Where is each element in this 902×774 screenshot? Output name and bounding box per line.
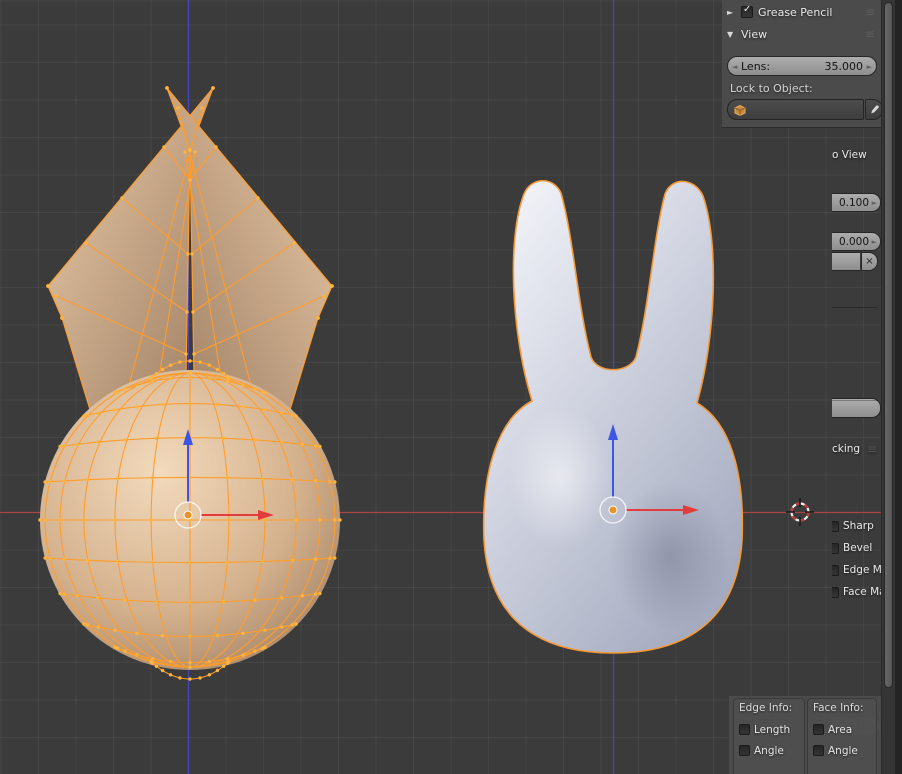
check-icon: ✓	[743, 4, 752, 15]
face-info-group: Face Info: Area Angle	[807, 698, 877, 774]
stepper-left-icon[interactable]: ◄	[732, 63, 737, 71]
clipped-panel-widgets: o View 0.100 ► 0.000 ► × cking ≡ Sharp B…	[832, 0, 881, 774]
sharp-label: Sharp	[843, 520, 874, 532]
stepper-right-icon[interactable]: ►	[872, 238, 877, 246]
sharp-checkbox-row[interactable]: Sharp	[832, 519, 878, 533]
face-angle-checkbox-row[interactable]: Angle	[813, 740, 871, 761]
face-area-checkbox-row[interactable]: Area	[813, 719, 871, 740]
edge-info-label: Edge Info:	[739, 702, 793, 714]
edge-marks-checkbox-row[interactable]: Edge Ma	[832, 563, 881, 577]
blender-window: ► ✓ Grease Pencil ≡ ▼ View ≡ ◄ Lens: 35.…	[0, 0, 902, 774]
window-edge	[895, 0, 902, 774]
lock-camera-to-view-label[interactable]: o View	[832, 149, 878, 161]
edge-marks-checkbox[interactable]	[832, 564, 839, 576]
clipped-value-field[interactable]	[832, 398, 881, 418]
edge-length-checkbox-row[interactable]: Length	[739, 719, 799, 740]
grease-pencil-label: Grease Pencil	[758, 5, 833, 19]
clip-start-field[interactable]: 0.100 ►	[832, 193, 881, 212]
panel-divider	[832, 400, 878, 401]
panel-divider	[832, 307, 878, 308]
face-marks-label: Face Ma	[843, 586, 881, 598]
edge-marks-label: Edge Ma	[843, 564, 881, 576]
face-area-checkbox[interactable]	[813, 724, 824, 735]
grease-pencil-checkbox[interactable]: ✓	[741, 4, 753, 18]
edge-angle-checkbox-row[interactable]: Angle	[739, 740, 799, 761]
clip-start-value: 0.100	[838, 196, 869, 209]
lens-label: Lens:	[741, 59, 771, 73]
clip-end-field[interactable]: 0.000 ►	[832, 232, 881, 251]
view-label: View	[741, 27, 768, 41]
face-info-label: Face Info:	[813, 702, 864, 714]
face-angle-checkbox[interactable]	[813, 745, 824, 756]
clear-object-button[interactable]: ×	[861, 252, 878, 271]
panel-scrollbar[interactable]	[881, 0, 895, 774]
mesh-info-panel: Edge Info: Length Angle Face Info: Area …	[729, 696, 881, 774]
face-marks-checkbox[interactable]	[832, 586, 839, 598]
sharp-checkbox[interactable]	[832, 520, 839, 532]
mesh-cube-icon	[734, 104, 746, 116]
motion-tracking-header[interactable]: cking ≡	[832, 441, 878, 457]
panel-grip-icon[interactable]: ≡	[867, 442, 878, 456]
edge-angle-checkbox[interactable]	[739, 745, 750, 756]
edge-angle-label: Angle	[754, 744, 784, 757]
lock-to-object-label: Lock to Object:	[730, 82, 813, 95]
scrollbar-thumb[interactable]	[884, 2, 893, 688]
collapsed-arrow-icon: ►	[727, 7, 734, 17]
stepper-right-icon[interactable]: ►	[872, 199, 877, 207]
face-marks-checkbox-row[interactable]: Face Ma	[832, 585, 881, 599]
edge-length-label: Length	[754, 723, 791, 736]
bevel-label: Bevel	[843, 542, 873, 554]
expanded-arrow-icon: ▼	[727, 29, 734, 39]
clip-end-value: 0.000	[838, 235, 869, 248]
bevel-checkbox-row[interactable]: Bevel	[832, 541, 878, 555]
tracking-label: cking	[832, 443, 861, 455]
bevel-checkbox[interactable]	[832, 542, 839, 554]
object-name-field[interactable]	[832, 252, 860, 271]
face-angle-label: Angle	[828, 744, 858, 757]
edge-length-checkbox[interactable]	[739, 724, 750, 735]
edge-info-group: Edge Info: Length Angle	[733, 698, 805, 774]
face-area-label: Area	[828, 723, 853, 736]
